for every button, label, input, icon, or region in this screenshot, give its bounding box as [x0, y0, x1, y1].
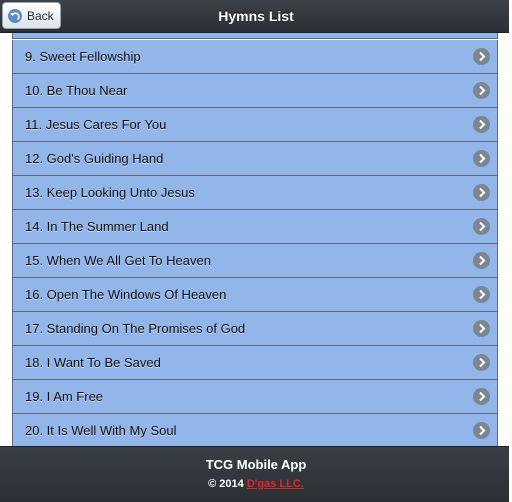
footer-app-name: TCG Mobile App — [205, 457, 307, 472]
header-bar: Back Hymns List — [0, 0, 512, 33]
chevron-right-icon — [473, 82, 490, 99]
page-title: Hymns List — [218, 8, 294, 24]
hymns-list-container[interactable]: 9. Sweet Fellowship 10. Be Thou Near 11.… — [0, 33, 512, 446]
chevron-right-icon — [473, 218, 490, 235]
list-item[interactable]: 15. When We All Get To Heaven — [12, 244, 498, 278]
hymn-title: 15. When We All Get To Heaven — [25, 253, 211, 268]
chevron-right-icon — [473, 184, 490, 201]
list-item[interactable]: 17. Standing On The Promises of God — [12, 312, 498, 346]
previous-list-item-edge[interactable] — [12, 33, 498, 39]
chevron-right-icon — [473, 252, 490, 269]
list-item[interactable]: 19. I Am Free — [12, 380, 498, 414]
list-item[interactable]: 13. Keep Looking Unto Jesus — [12, 176, 498, 210]
list-item[interactable]: 16. Open The Windows Of Heaven — [12, 278, 498, 312]
hymn-title: 14. In The Summer Land — [25, 219, 169, 234]
hymn-title: 10. Be Thou Near — [25, 83, 128, 98]
chevron-right-icon — [473, 354, 490, 371]
chevron-right-icon — [473, 116, 490, 133]
list-item[interactable]: 10. Be Thou Near — [12, 74, 498, 108]
chevron-right-icon — [473, 48, 490, 65]
list-item[interactable]: 11. Jesus Cares For You — [12, 108, 498, 142]
list-item[interactable]: 9. Sweet Fellowship — [12, 40, 498, 74]
list-item[interactable]: 20. It Is Well With My Soul — [12, 414, 498, 446]
list-item[interactable]: 12. God's Guiding Hand — [12, 142, 498, 176]
hymn-title: 16. Open The Windows Of Heaven — [25, 287, 227, 302]
company-link[interactable]: D'gas LLC. — [247, 478, 304, 490]
list-item[interactable]: 18. I Want To Be Saved — [12, 346, 498, 380]
copyright-text: © 2014 — [208, 478, 247, 490]
hymn-title: 19. I Am Free — [25, 389, 104, 404]
hymn-title: 18. I Want To Be Saved — [25, 355, 161, 370]
hymn-title: 9. Sweet Fellowship — [25, 49, 141, 64]
chevron-right-icon — [473, 388, 490, 405]
hymns-list: 9. Sweet Fellowship 10. Be Thou Near 11.… — [12, 40, 498, 446]
hymn-title: 13. Keep Looking Unto Jesus — [25, 185, 195, 200]
footer-copyright: © 2014 D'gas LLC. — [0, 478, 512, 490]
chevron-right-icon — [473, 422, 490, 439]
hymn-title: 11. Jesus Cares For You — [25, 117, 167, 132]
hymn-title: 12. God's Guiding Hand — [25, 151, 164, 166]
chevron-right-icon — [473, 150, 490, 167]
hymn-title: 20. It Is Well With My Soul — [25, 423, 177, 438]
footer-bar: TCG Mobile App © 2014 D'gas LLC. — [0, 446, 512, 502]
chevron-right-icon — [473, 286, 490, 303]
chevron-right-icon — [473, 320, 490, 337]
hymn-title: 17. Standing On The Promises of God — [25, 321, 246, 336]
list-item[interactable]: 14. In The Summer Land — [12, 210, 498, 244]
